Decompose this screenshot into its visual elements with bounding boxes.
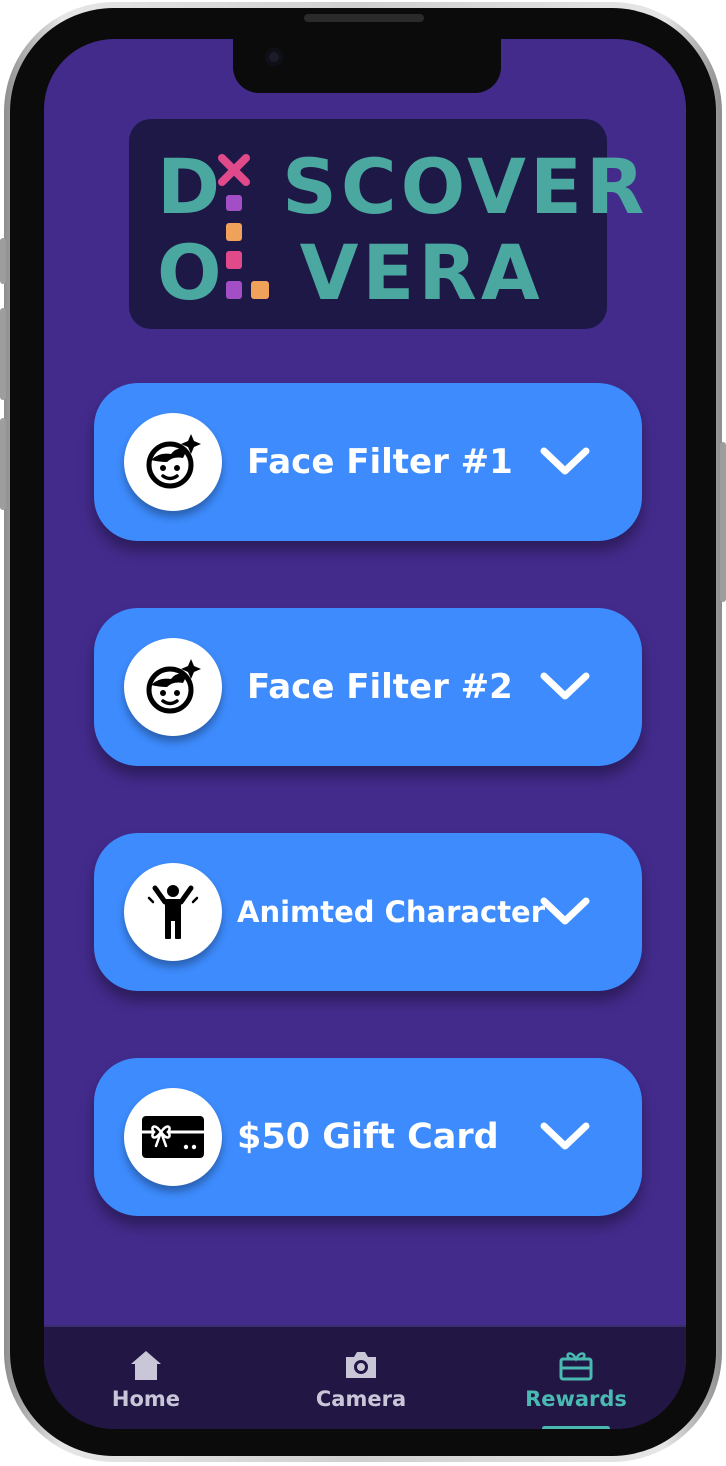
reward-item-animated-character[interactable]: Animted Character bbox=[94, 833, 642, 991]
person-arms-up-icon bbox=[124, 863, 222, 961]
tab-home[interactable]: Home bbox=[66, 1327, 226, 1429]
reward-label: $50 Gift Card bbox=[237, 1117, 499, 1157]
logo-dot bbox=[226, 251, 242, 269]
bottom-tab-bar: Home Camera Rewards bbox=[44, 1325, 686, 1429]
mute-switch bbox=[0, 238, 6, 284]
gift-card-icon bbox=[124, 1088, 222, 1186]
logo-dot bbox=[226, 281, 242, 299]
home-icon bbox=[131, 1351, 161, 1380]
logo-dot bbox=[226, 195, 242, 211]
screen: D SCOVER O VERA Face Filter #1 Face Filt… bbox=[44, 39, 686, 1429]
logo-line-olivera: O VERA bbox=[157, 228, 544, 317]
face-sparkle-icon bbox=[124, 638, 222, 736]
chevron-down-icon[interactable] bbox=[538, 1118, 592, 1154]
tab-camera[interactable]: Camera bbox=[281, 1327, 441, 1429]
reward-label: Animted Character bbox=[237, 895, 546, 929]
face-sparkle-icon bbox=[124, 413, 222, 511]
notch bbox=[233, 39, 501, 93]
reward-label: Face Filter #2 bbox=[247, 667, 513, 707]
chevron-down-icon[interactable] bbox=[538, 668, 592, 704]
logo-dot bbox=[251, 281, 269, 299]
tab-label: Camera bbox=[315, 1387, 407, 1411]
tab-label: Home bbox=[111, 1387, 181, 1411]
tab-rewards[interactable]: Rewards bbox=[496, 1327, 656, 1429]
phone-frame: D SCOVER O VERA Face Filter #1 Face Filt… bbox=[0, 2, 726, 1462]
gift-icon bbox=[559, 1352, 593, 1381]
chevron-down-icon[interactable] bbox=[538, 893, 592, 929]
camera-icon bbox=[346, 1352, 376, 1378]
reward-item-face-filter-2[interactable]: Face Filter #2 bbox=[94, 608, 642, 766]
front-camera bbox=[265, 48, 283, 66]
reward-item-face-filter-1[interactable]: Face Filter #1 bbox=[94, 383, 642, 541]
volume-up-button bbox=[0, 308, 6, 400]
active-tab-indicator bbox=[542, 1426, 610, 1429]
chevron-down-icon[interactable] bbox=[538, 443, 592, 479]
app-logo: D SCOVER O VERA bbox=[129, 119, 644, 329]
logo-dot bbox=[226, 223, 242, 241]
power-button bbox=[720, 442, 726, 602]
earpiece-speaker bbox=[304, 14, 424, 22]
reward-item-gift-card[interactable]: $50 Gift Card bbox=[94, 1058, 642, 1216]
volume-down-button bbox=[0, 418, 6, 510]
tab-label: Rewards bbox=[525, 1387, 627, 1411]
logo-x-mark bbox=[218, 154, 250, 186]
reward-label: Face Filter #1 bbox=[247, 442, 513, 482]
